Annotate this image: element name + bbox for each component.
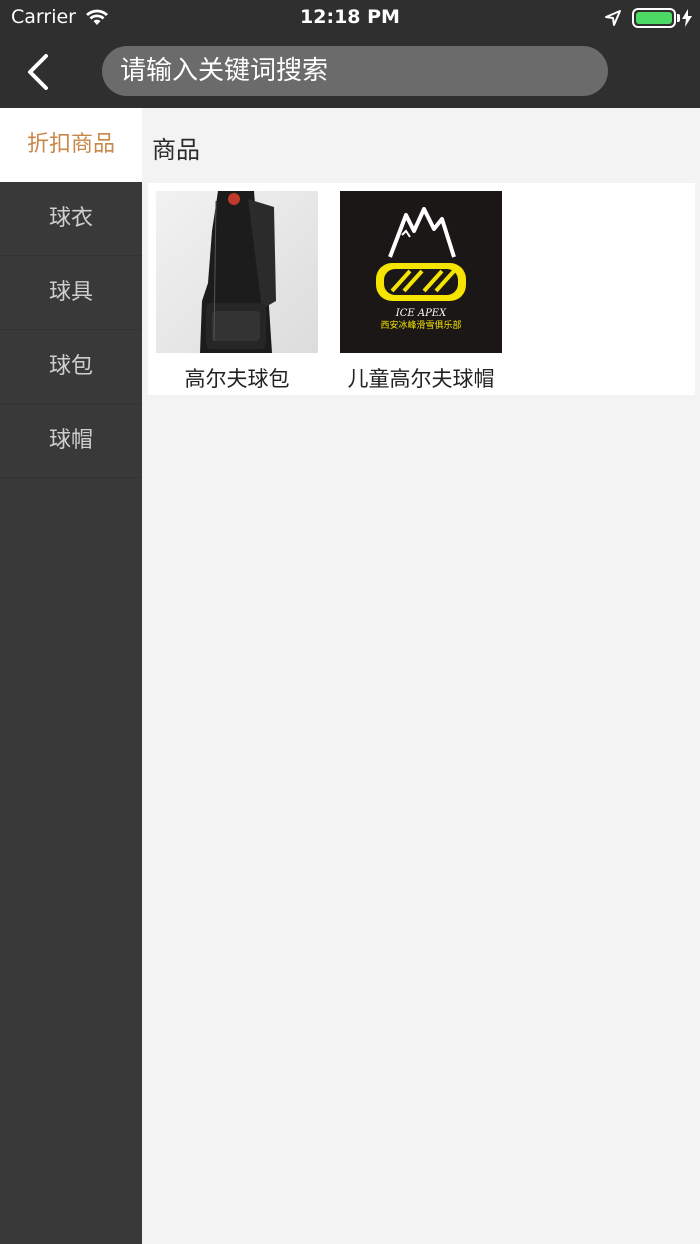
sidebar-item-discount[interactable]: 折扣商品 — [0, 108, 142, 182]
product-name: 儿童高尔夫球帽 — [347, 367, 495, 391]
status-bar: Carrier 12:18 PM — [0, 0, 700, 36]
sidebar-item-equipment[interactable]: 球具 — [0, 256, 142, 330]
product-grid: 高尔夫球包 ICE APEX 西安冰峰滑雪俱乐部 儿童高尔夫球帽 — [148, 183, 695, 395]
search-input[interactable]: 请输入关键词搜索 — [102, 46, 608, 96]
product-image-golf-bag — [156, 191, 318, 353]
back-chevron-icon[interactable] — [22, 52, 58, 92]
section-title: 商品 — [152, 136, 200, 164]
battery-icon — [632, 8, 676, 28]
product-name: 高尔夫球包 — [184, 367, 290, 391]
sidebar-item-cap[interactable]: 球帽 — [0, 404, 142, 478]
status-time: 12:18 PM — [300, 6, 400, 28]
category-sidebar: 折扣商品 球衣 球具 球包 球帽 — [0, 108, 142, 1244]
battery-cap — [677, 14, 680, 22]
location-arrow-icon — [605, 10, 621, 26]
sidebar-item-bag[interactable]: 球包 — [0, 330, 142, 404]
product-card-golf-bag[interactable]: 高尔夫球包 — [156, 191, 318, 393]
product-card-kids-cap[interactable]: ICE APEX 西安冰峰滑雪俱乐部 儿童高尔夫球帽 — [340, 191, 502, 393]
top-bar: Carrier 12:18 PM 请输入关键词搜索 — [0, 0, 700, 108]
product-image-kids-cap: ICE APEX 西安冰峰滑雪俱乐部 — [340, 191, 502, 353]
sidebar-item-jersey[interactable]: 球衣 — [0, 182, 142, 256]
product-content: 商品 高尔夫球包 ICE APEX 西安冰峰滑雪俱乐部 儿童高尔夫球帽 — [142, 108, 700, 1244]
charging-bolt-icon — [682, 9, 692, 27]
battery-level — [636, 12, 672, 24]
club-name-text: 西安冰峰滑雪俱乐部 — [380, 319, 461, 331]
ice-apex-logo-text: ICE APEX — [395, 308, 447, 319]
